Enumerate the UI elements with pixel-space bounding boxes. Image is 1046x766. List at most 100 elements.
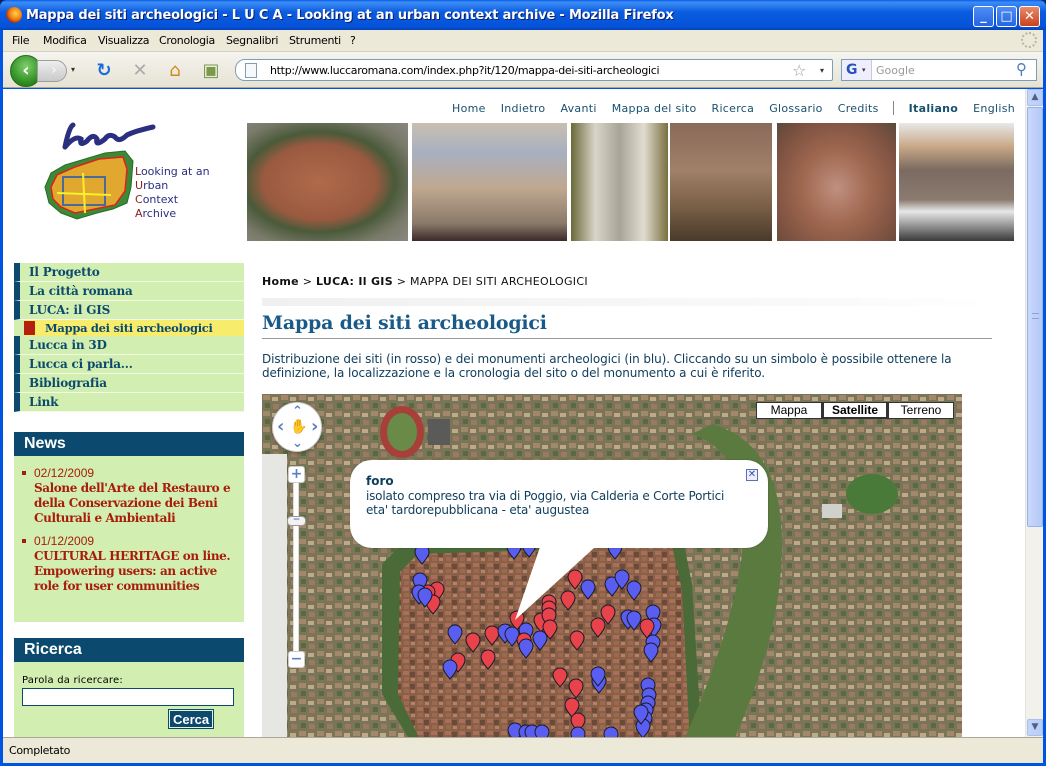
menu-strumenti[interactable]: Strumenti (289, 34, 341, 47)
info-site-period: eta' tardorepubblicana - eta' augustea (366, 503, 590, 517)
info-window: foro isolato compreso tra via di Poggio,… (350, 460, 768, 620)
search-bar[interactable]: G ▾ Google ⚲ (841, 59, 1037, 81)
vertical-scrollbar[interactable]: ▲ ▼ (1025, 89, 1043, 737)
zoom-out-button[interactable]: − (288, 651, 305, 668)
forward-button[interactable]: › (37, 60, 67, 82)
scroll-thumb[interactable] (1027, 107, 1043, 527)
url-text[interactable]: http://www.luccaromana.com/index.php?it/… (270, 64, 660, 77)
close-window-button[interactable]: ✕ (1019, 6, 1040, 27)
breadcrumb-home[interactable]: Home (262, 275, 299, 288)
pan-down-icon[interactable]: ⌄ (292, 437, 303, 450)
news-headline-link[interactable]: Salone dell'Arte del Restauro e della Co… (34, 481, 238, 526)
pan-right-icon[interactable]: › (311, 418, 318, 436)
page-viewport: Home Indietro Avanti Mappa del sito Ricerca G… (3, 89, 1025, 737)
search-panel: Ricerca Parola da ricercare: Cerca (14, 638, 244, 737)
history-dropdown-icon[interactable]: ▾ (71, 65, 75, 74)
zoom-in-button[interactable]: + (288, 466, 305, 483)
nav-avanti[interactable]: Avanti (560, 102, 596, 115)
logo-line-1: Looking at an (135, 165, 210, 178)
zoom-slider-handle[interactable]: − (287, 516, 306, 526)
reload-icon[interactable]: ↻ (93, 60, 115, 82)
sidebar-menu: Il Progetto La città romana LUCA: il GIS… (14, 263, 244, 412)
scroll-up-arrow-icon[interactable]: ▲ (1027, 89, 1043, 106)
menu-cronologia[interactable]: Cronologia (159, 34, 215, 47)
breadcrumb-separator: > (302, 275, 313, 288)
nav-credits[interactable]: Credits (838, 102, 879, 115)
search-icon[interactable]: ⚲ (1016, 60, 1027, 78)
sidebar-item-bibliografia[interactable]: Bibliografia (14, 374, 244, 393)
pan-control[interactable]: ⌃ ⌄ ‹ › ✋ (272, 402, 322, 452)
breadcrumb-luca-gis[interactable]: LUCA: Il GIS (316, 275, 393, 288)
search-panel-title: Ricerca (14, 638, 244, 662)
lang-italiano[interactable]: Italiano (909, 102, 959, 115)
building-roof (428, 419, 450, 445)
news-panel: News 02/12/2009 Salone dell'Arte del Res… (14, 432, 244, 622)
search-input[interactable] (22, 688, 234, 706)
search-label: Parola da ricercare: (22, 675, 123, 686)
lang-english[interactable]: English (973, 102, 1015, 115)
news-item: 01/12/2009 CULTURAL HERITAGE on line. Em… (22, 534, 238, 594)
sidebar-item-lucca-in-3d[interactable]: Lucca in 3D (14, 336, 244, 355)
pan-left-icon[interactable]: ‹ (277, 418, 284, 436)
stop-icon[interactable]: ✕ (129, 60, 151, 82)
photo-roman-column-capital (571, 123, 668, 241)
search-form: Parola da ricercare: Cerca (14, 662, 244, 737)
search-engine-button[interactable]: G ▾ (842, 60, 872, 80)
sidebar-item-luca-il-gis[interactable]: LUCA: il GIS (14, 301, 244, 320)
map-type-mappa[interactable]: Mappa (756, 402, 822, 419)
breadcrumb-current: MAPPA DEI SITI ARCHEOLOGICI (410, 275, 588, 288)
sidebar-item-la-citta-romana[interactable]: La città romana (14, 282, 244, 301)
pan-up-icon[interactable]: ⌃ (292, 405, 303, 418)
news-title: News (14, 432, 244, 456)
map-tiles-loading (262, 454, 287, 737)
bullet-icon (22, 539, 26, 543)
monument-marker[interactable] (570, 726, 586, 737)
menu-modifica[interactable]: Modifica (43, 34, 87, 47)
hand-icon: ✋ (290, 419, 308, 435)
maximize-button[interactable]: □ (996, 6, 1017, 27)
sidebar-item-mappa-dei-siti[interactable]: Mappa dei siti archeologici (24, 320, 244, 336)
cerca-button[interactable]: Cerca (167, 709, 215, 729)
monument-marker[interactable] (603, 726, 619, 737)
url-bar[interactable]: http://www.luccaromana.com/index.php?it/… (235, 59, 833, 81)
sidebar-item-lucca-ci-parla[interactable]: Lucca ci parla... (14, 355, 244, 374)
throbber-icon (1021, 32, 1037, 48)
sidebar-item-link[interactable]: Link (14, 393, 244, 412)
info-window-tail (515, 547, 595, 620)
star-icon[interactable]: ☆ (792, 61, 806, 80)
nav-glossario[interactable]: Glossario (769, 102, 823, 115)
nav-mappa-del-sito[interactable]: Mappa del sito (612, 102, 697, 115)
photo-frescoed-cloister (412, 123, 567, 241)
sidebar-item-il-progetto[interactable]: Il Progetto (14, 263, 244, 282)
monument-marker[interactable] (534, 724, 550, 737)
info-close-icon[interactable]: ✕ (746, 469, 758, 481)
bookmark-add-icon[interactable]: ▣ (200, 60, 222, 82)
nav-home[interactable]: Home (452, 102, 486, 115)
zoom-slider-track[interactable] (293, 476, 299, 666)
nav-indietro[interactable]: Indietro (501, 102, 546, 115)
menu-file[interactable]: File (12, 34, 30, 47)
nav-ricerca[interactable]: Ricerca (712, 102, 755, 115)
status-text: Completato (9, 744, 71, 757)
active-marker-icon (24, 321, 35, 335)
engine-dropdown-icon: ▾ (862, 66, 866, 74)
minimize-button[interactable]: _ (973, 6, 994, 27)
satellite-map[interactable]: Mappa Satellite Terreno ⌃ ⌄ ‹ › ✋ + − − (262, 394, 962, 737)
info-site-name: foro (366, 474, 394, 488)
menu-visualizza[interactable]: Visualizza (98, 34, 149, 47)
home-icon[interactable]: ⌂ (164, 60, 186, 82)
news-headline-link[interactable]: CULTURAL HERITAGE on line. Empowering us… (34, 549, 238, 594)
logo-line-2: Urban (135, 179, 168, 192)
firefox-icon (6, 7, 22, 23)
window-title: Mappa dei siti archeologici - L U C A - … (26, 8, 674, 23)
search-placeholder[interactable]: Google (876, 64, 915, 77)
map-type-satellite[interactable]: Satellite (822, 402, 888, 419)
luca-logo[interactable]: Looking at an Urban Context Archive (35, 117, 215, 227)
menu-segnalibri[interactable]: Segnalibri (226, 34, 278, 47)
main-content: Home > LUCA: Il GIS > MAPPA DEI SITI ARC… (262, 275, 992, 737)
menu-help[interactable]: ? (350, 34, 356, 47)
scroll-grip-icon (1032, 313, 1039, 319)
url-dropdown-icon[interactable]: ▾ (820, 66, 824, 75)
map-type-terreno[interactable]: Terreno (888, 402, 954, 419)
scroll-down-arrow-icon[interactable]: ▼ (1027, 719, 1043, 736)
